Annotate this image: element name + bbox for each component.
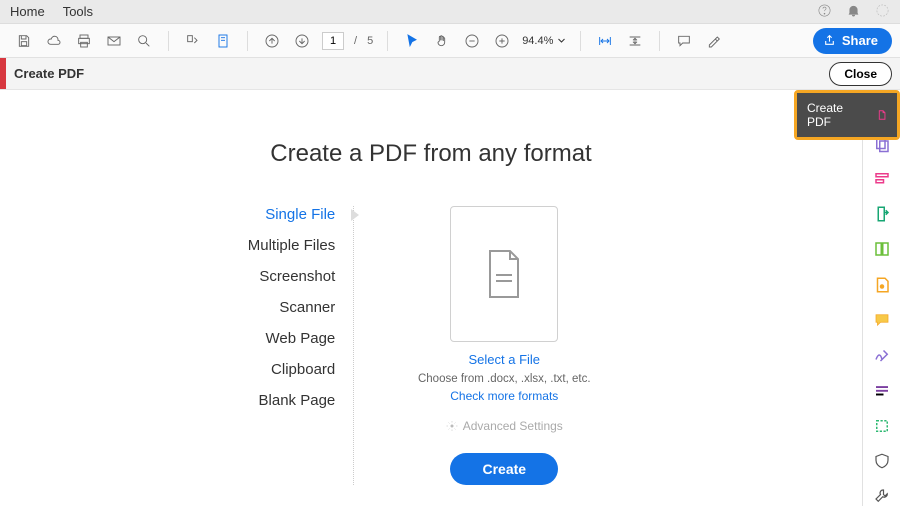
fit-width-icon[interactable] xyxy=(595,31,615,51)
menu-tools[interactable]: Tools xyxy=(63,4,93,19)
toolbar-page-group xyxy=(177,31,239,51)
search-icon[interactable] xyxy=(134,31,154,51)
rail-export-icon[interactable] xyxy=(872,205,892,224)
file-icon xyxy=(484,249,524,299)
toolbar-file-group xyxy=(8,31,160,51)
source-blank-page[interactable]: Blank Page xyxy=(259,392,336,409)
toolbar-fit-group xyxy=(589,31,651,51)
source-clipboard[interactable]: Clipboard xyxy=(271,361,335,378)
toolbar-sep xyxy=(580,31,581,51)
menubar: Home Tools xyxy=(0,0,900,24)
rail-redact-icon[interactable] xyxy=(872,381,892,400)
page-up-icon[interactable] xyxy=(262,31,282,51)
source-web-page[interactable]: Web Page xyxy=(265,330,335,347)
callout-label: Create PDF xyxy=(807,101,852,129)
page-sep: / xyxy=(354,35,357,47)
share-button[interactable]: Share xyxy=(813,28,892,54)
toolbar-annot-group xyxy=(668,31,730,51)
toolbar-sep xyxy=(387,31,388,51)
share-label: Share xyxy=(842,33,878,48)
page-thumbnails-icon[interactable] xyxy=(183,31,203,51)
hand-icon[interactable] xyxy=(432,31,452,51)
menubar-menus: Home Tools xyxy=(10,4,93,19)
menu-home[interactable]: Home xyxy=(10,4,45,19)
rail-fill-sign-icon[interactable] xyxy=(872,346,892,365)
source-screenshot[interactable]: Screenshot xyxy=(259,268,335,285)
rail-more-tools-icon[interactable] xyxy=(872,487,892,506)
create-pdf-icon xyxy=(876,107,887,123)
page-total: 5 xyxy=(367,35,373,47)
zoom-level[interactable]: 94.4% xyxy=(522,35,566,47)
create-pane: Single File Multiple Files Screenshot Sc… xyxy=(248,206,615,485)
comment-icon[interactable] xyxy=(674,31,694,51)
help-icon[interactable] xyxy=(817,3,832,21)
panel-accent xyxy=(0,58,6,89)
create-form: Select a File Choose from .docx, .xlsx, … xyxy=(394,206,614,485)
toolbar-sep xyxy=(168,31,169,51)
rail-sign-icon[interactable] xyxy=(872,275,892,294)
select-file-link[interactable]: Select a File xyxy=(468,352,540,367)
rail-protect-icon[interactable] xyxy=(872,451,892,470)
highlight-icon[interactable] xyxy=(704,31,724,51)
print-icon[interactable] xyxy=(74,31,94,51)
more-formats-link[interactable]: Check more formats xyxy=(450,389,558,403)
main-content: Create a PDF from any format Single File… xyxy=(0,90,862,506)
page-heading: Create a PDF from any format xyxy=(270,140,591,168)
toolbar-sep xyxy=(247,31,248,51)
source-list: Single File Multiple Files Screenshot Sc… xyxy=(248,206,355,485)
zoom-in-icon[interactable] xyxy=(492,31,512,51)
toolbar-view-group: 94.4% xyxy=(396,31,572,51)
source-multiple-files[interactable]: Multiple Files xyxy=(248,237,336,254)
cloud-icon[interactable] xyxy=(44,31,64,51)
rail-optimize-icon[interactable] xyxy=(872,416,892,435)
page-number-input[interactable] xyxy=(322,32,344,50)
create-button[interactable]: Create xyxy=(450,453,558,485)
toolbar-nav-group: / 5 xyxy=(256,31,379,51)
email-icon[interactable] xyxy=(104,31,124,51)
menubar-status xyxy=(817,3,890,21)
bell-icon[interactable] xyxy=(846,3,861,21)
advanced-settings: Advanced Settings xyxy=(446,419,563,433)
rail-organize-icon[interactable] xyxy=(872,240,892,259)
panel-header: Create PDF Close xyxy=(0,58,900,90)
zoom-out-icon[interactable] xyxy=(462,31,482,51)
account-icon[interactable] xyxy=(875,3,890,21)
page-down-icon[interactable] xyxy=(292,31,312,51)
gear-icon xyxy=(446,420,458,432)
save-icon[interactable] xyxy=(14,31,34,51)
source-single-file[interactable]: Single File xyxy=(265,206,335,223)
panel-title: Create PDF xyxy=(14,66,84,81)
right-rail xyxy=(862,90,900,506)
callout-highlight: Create PDF xyxy=(794,90,900,140)
page-display-icon[interactable] xyxy=(213,31,233,51)
callout[interactable]: Create PDF xyxy=(797,93,897,137)
toolbar-sep xyxy=(659,31,660,51)
source-scanner[interactable]: Scanner xyxy=(279,299,335,316)
close-button[interactable]: Close xyxy=(829,62,892,86)
fit-page-icon[interactable] xyxy=(625,31,645,51)
file-dropzone[interactable] xyxy=(450,206,558,342)
pointer-icon[interactable] xyxy=(402,31,422,51)
toolbar: / 5 94.4% Share xyxy=(0,24,900,58)
rail-edit-icon[interactable] xyxy=(872,169,892,188)
file-hint: Choose from .docx, .xlsx, .txt, etc. xyxy=(418,373,591,385)
rail-comment-icon[interactable] xyxy=(872,310,892,329)
